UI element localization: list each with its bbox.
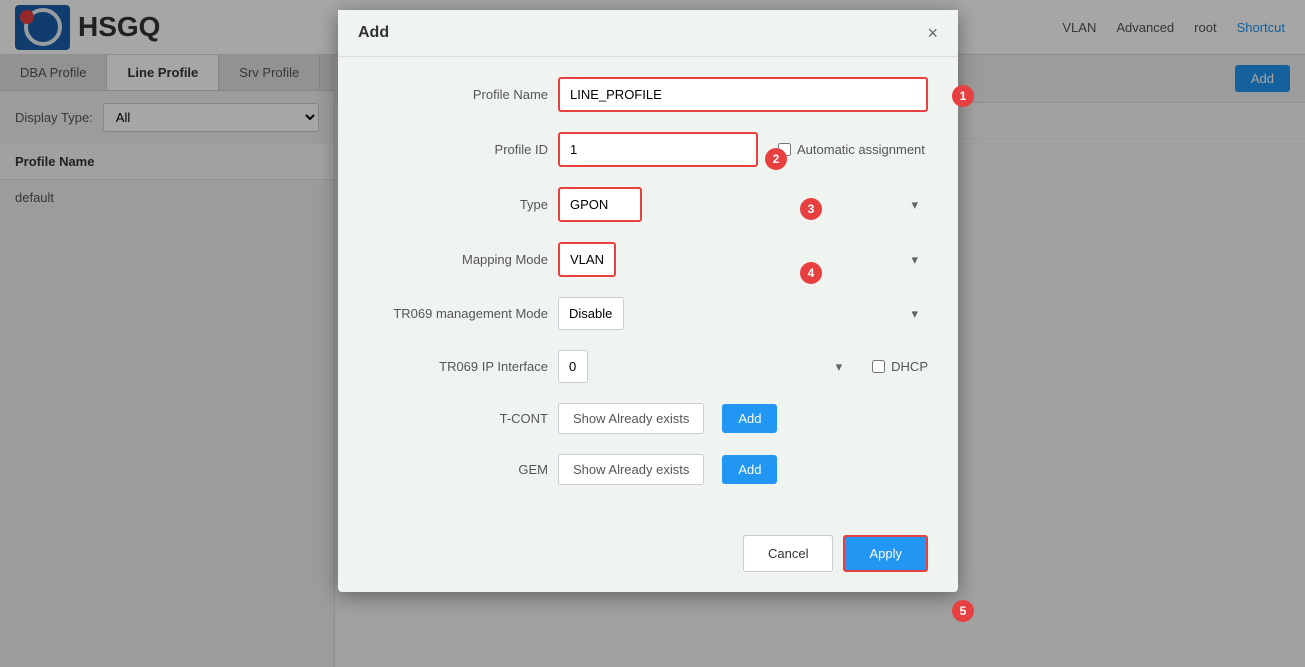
tr069-ip-row: TR069 IP Interface 0 DHCP — [368, 350, 928, 383]
type-select[interactable]: GPON EPON XGS-PON — [558, 187, 642, 222]
gem-label: GEM — [368, 462, 548, 477]
modal-title: Add — [358, 24, 389, 42]
mapping-mode-select[interactable]: VLAN GEM TCI — [558, 242, 616, 277]
tr069-mode-select[interactable]: Disable Enable — [558, 297, 624, 330]
profile-name-label: Profile Name — [368, 87, 548, 102]
type-row: Type GPON EPON XGS-PON — [368, 187, 928, 222]
tr069-ip-select[interactable]: 0 — [558, 350, 588, 383]
gem-add-button[interactable]: Add — [722, 455, 777, 484]
tcont-row: T-CONT Show Already exists Add — [368, 403, 928, 434]
tr069-mode-select-wrapper: Disable Enable — [558, 297, 928, 330]
gem-show-exists-button[interactable]: Show Already exists — [558, 454, 704, 485]
automatic-assignment-label: Automatic assignment — [797, 142, 925, 157]
add-modal: Add × Profile Name Profile ID Automatic … — [338, 10, 958, 592]
automatic-assignment-group: Automatic assignment — [778, 142, 925, 157]
dhcp-group: DHCP — [872, 359, 928, 374]
mapping-mode-select-wrapper: VLAN GEM TCI — [558, 242, 928, 277]
apply-button[interactable]: Apply — [843, 535, 928, 572]
tr069-ip-label: TR069 IP Interface — [368, 359, 548, 374]
tr069-mode-row: TR069 management Mode Disable Enable — [368, 297, 928, 330]
gem-row: GEM Show Already exists Add — [368, 454, 928, 485]
modal-body: Profile Name Profile ID Automatic assign… — [338, 57, 958, 525]
modal-footer: Cancel Apply — [338, 525, 958, 572]
type-select-wrapper: GPON EPON XGS-PON — [558, 187, 928, 222]
step-badge-2: 2 — [765, 148, 787, 170]
step-badge-3: 3 — [800, 198, 822, 220]
step-badge-5: 5 — [952, 600, 974, 622]
dhcp-checkbox[interactable] — [872, 360, 885, 373]
tcont-add-button[interactable]: Add — [722, 404, 777, 433]
mapping-mode-label: Mapping Mode — [368, 252, 548, 267]
tr069-ip-select-wrapper: 0 — [558, 350, 852, 383]
dhcp-label: DHCP — [891, 359, 928, 374]
profile-id-row: Profile ID Automatic assignment — [368, 132, 928, 167]
modal-close-button[interactable]: × — [927, 24, 938, 42]
profile-id-label: Profile ID — [368, 142, 548, 157]
step-badge-1: 1 — [952, 85, 974, 107]
type-label: Type — [368, 197, 548, 212]
profile-name-row: Profile Name — [368, 77, 928, 112]
step-badge-4: 4 — [800, 262, 822, 284]
modal-header: Add × — [338, 10, 958, 57]
profile-name-input[interactable] — [558, 77, 928, 112]
cancel-button[interactable]: Cancel — [743, 535, 833, 572]
tcont-show-exists-button[interactable]: Show Already exists — [558, 403, 704, 434]
tr069-mode-label: TR069 management Mode — [368, 306, 548, 321]
mapping-mode-row: Mapping Mode VLAN GEM TCI — [368, 242, 928, 277]
tcont-label: T-CONT — [368, 411, 548, 426]
profile-id-input[interactable] — [558, 132, 758, 167]
